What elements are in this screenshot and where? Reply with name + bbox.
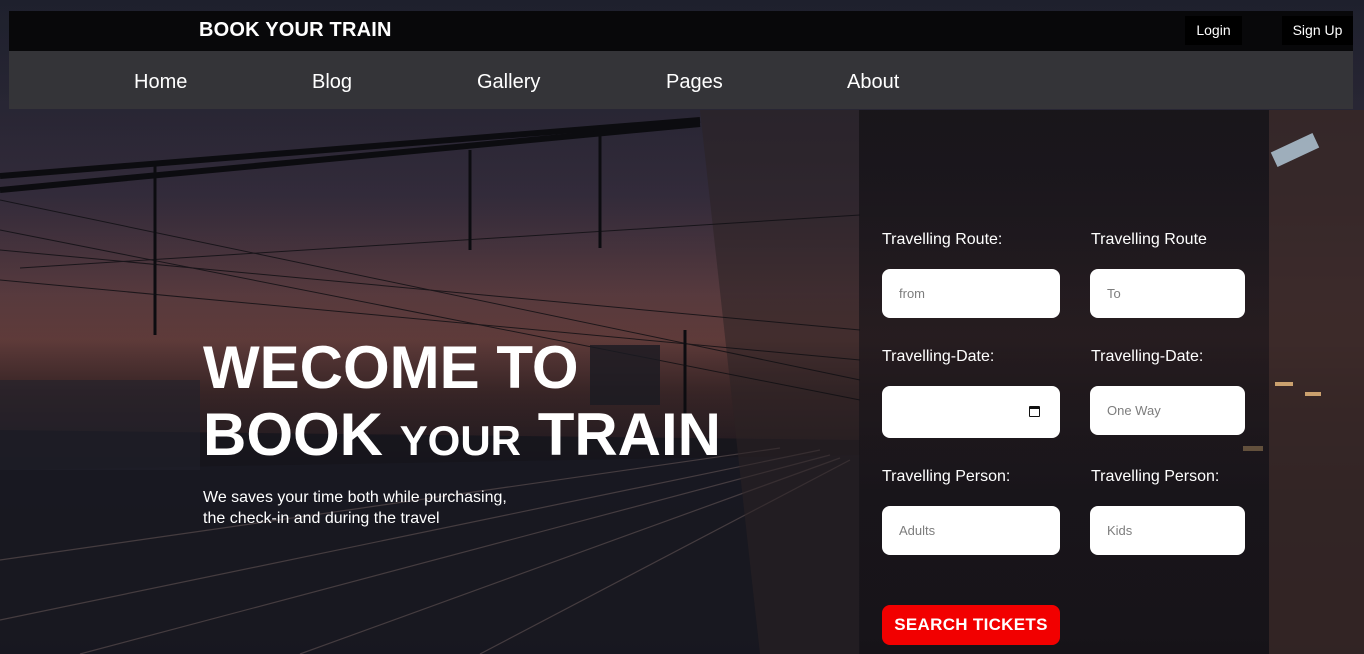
login-button[interactable]: Login <box>1185 16 1242 45</box>
booking-panel <box>859 110 1269 654</box>
date-label-1: Travelling-Date: <box>882 348 995 365</box>
route-from-label: Travelling Route: <box>882 231 1003 248</box>
oneway-input[interactable] <box>1090 386 1245 435</box>
nav-item-gallery[interactable]: Gallery <box>477 71 540 94</box>
nav-item-home[interactable]: Home <box>134 71 187 94</box>
signup-button[interactable]: Sign Up <box>1282 16 1353 45</box>
person-label-1: Travelling Person: <box>882 468 1011 485</box>
search-tickets-button[interactable]: SEARCH TICKETS <box>882 605 1060 645</box>
hero-subtitle: We saves your time both while purchasing… <box>203 489 507 527</box>
kids-input[interactable] <box>1090 506 1245 555</box>
main-nav: Home Blog Gallery Pages About <box>9 51 1353 109</box>
nav-item-about[interactable]: About <box>847 71 899 94</box>
brand-logo-text[interactable]: BOOK YOUR TRAIN <box>199 19 392 42</box>
to-input[interactable] <box>1090 269 1245 318</box>
nav-item-blog[interactable]: Blog <box>312 71 352 94</box>
person-label-2: Travelling Person: <box>1091 468 1220 485</box>
calendar-icon[interactable] <box>1029 406 1040 417</box>
hero-title: WECOME TO BOOK YOUR TRAIN <box>203 334 721 474</box>
from-input[interactable] <box>882 269 1060 318</box>
top-bar: BOOK YOUR TRAIN Login Sign Up <box>9 11 1353 51</box>
hero-title-line1: WECOME TO <box>203 334 579 401</box>
nav-item-pages[interactable]: Pages <box>666 71 723 94</box>
route-to-label: Travelling Route <box>1091 231 1207 248</box>
adults-input[interactable] <box>882 506 1060 555</box>
date-label-2: Travelling-Date: <box>1091 348 1204 365</box>
hero-title-line2: BOOK YOUR TRAIN <box>203 401 722 468</box>
